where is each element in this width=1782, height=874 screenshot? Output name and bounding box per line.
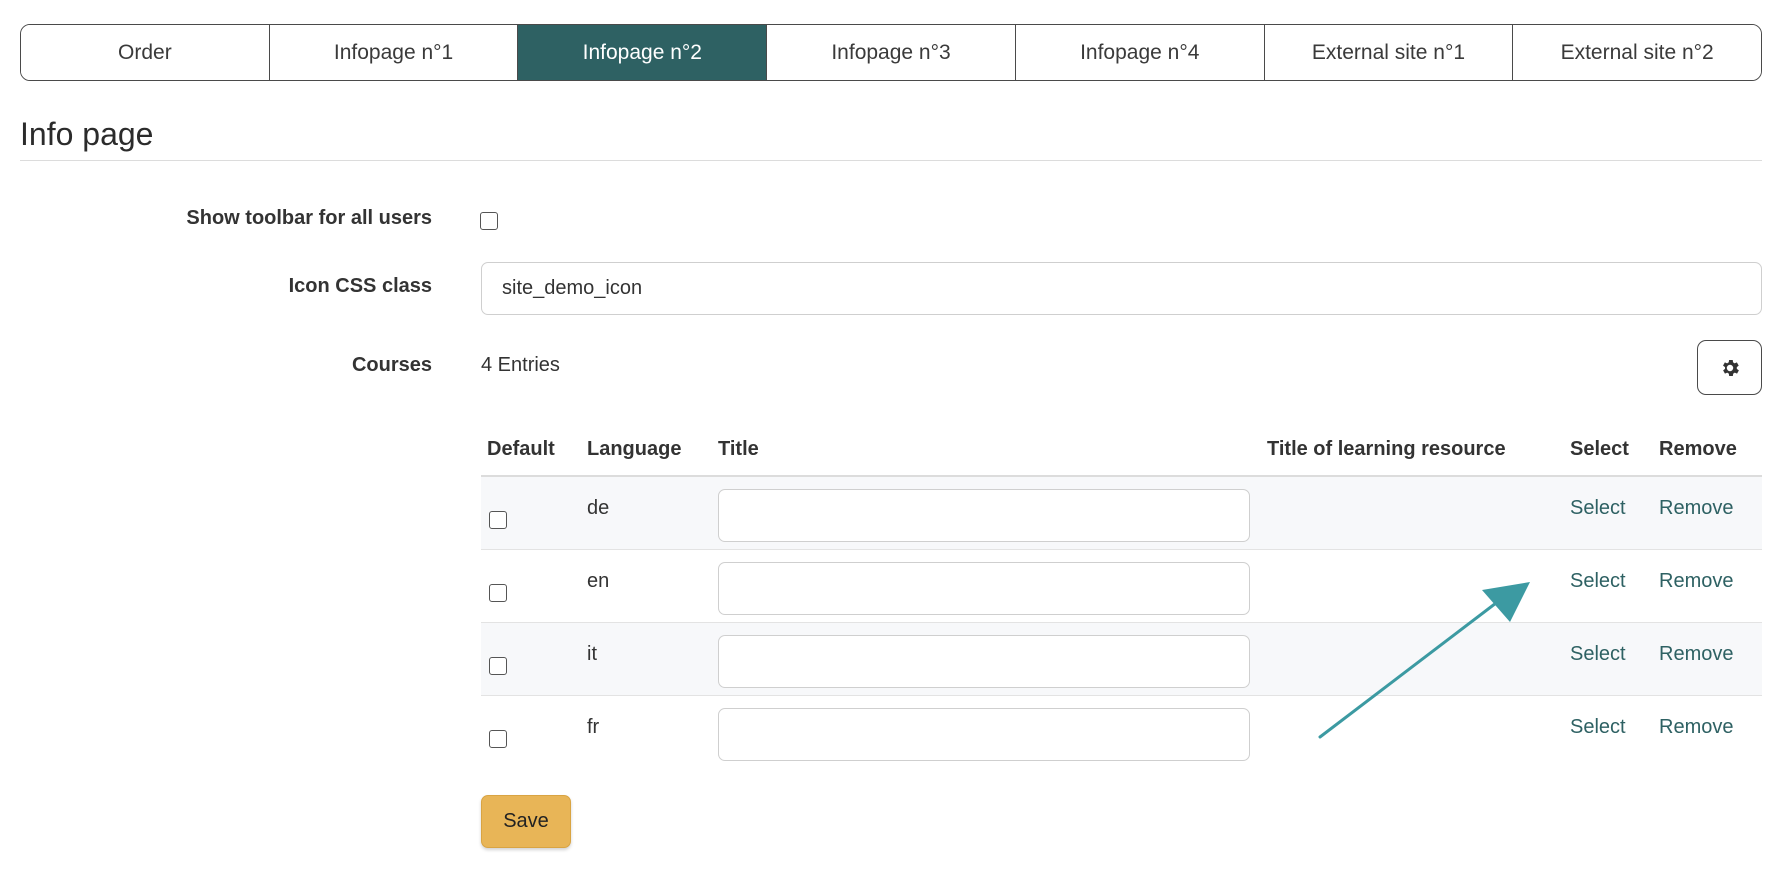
default-checkbox[interactable]	[489, 730, 507, 748]
courses-label: Courses	[351, 354, 432, 376]
tab-order[interactable]: Order	[21, 25, 270, 80]
tab-external-site-1[interactable]: External site n°1	[1264, 25, 1514, 80]
tab-external-site-2[interactable]: External site n°2	[1513, 25, 1761, 80]
table-header: Default Language Title Title of learning…	[481, 430, 1762, 477]
icon-css-label: Icon CSS class	[288, 275, 432, 297]
row-language: it	[587, 643, 597, 665]
row-title-input[interactable]	[718, 708, 1250, 761]
default-checkbox[interactable]	[489, 657, 507, 675]
table-row: it Select Remove	[481, 623, 1762, 696]
page-title: Info page	[20, 116, 154, 152]
tab-infopage-3[interactable]: Infopage n°3	[767, 25, 1016, 80]
row-remove-link[interactable]: Remove	[1659, 570, 1733, 593]
row-title-input[interactable]	[718, 635, 1250, 688]
tab-infopage-4[interactable]: Infopage n°4	[1015, 25, 1265, 80]
show-toolbar-label: Show toolbar for all users	[186, 207, 432, 229]
row-title-input[interactable]	[718, 562, 1250, 615]
row-select-link[interactable]: Select	[1570, 716, 1626, 739]
row-select-link[interactable]: Select	[1570, 643, 1626, 666]
header-title: Title	[718, 438, 759, 460]
row-language: en	[587, 570, 610, 592]
row-language: fr	[587, 716, 600, 738]
save-button[interactable]: Save	[481, 795, 571, 848]
table-row: fr Select Remove	[481, 696, 1762, 769]
header-title-learning-resource: Title of learning resource	[1267, 438, 1506, 460]
header-language: Language	[587, 438, 682, 460]
tab-infopage-2[interactable]: Infopage n°2	[518, 25, 768, 80]
title-divider	[20, 160, 1762, 161]
row-select-link[interactable]: Select	[1570, 497, 1626, 520]
show-toolbar-checkbox[interactable]	[480, 212, 498, 230]
header-remove: Remove	[1659, 438, 1737, 460]
row-remove-link[interactable]: Remove	[1659, 643, 1733, 666]
tab-infopage-1[interactable]: Infopage n°1	[269, 25, 519, 80]
row-remove-link[interactable]: Remove	[1659, 497, 1733, 520]
icon-css-input[interactable]	[481, 262, 1762, 315]
header-default: Default	[487, 438, 555, 460]
courses-entries-count: 4 Entries	[481, 354, 560, 376]
courses-table: Default Language Title Title of learning…	[481, 430, 1762, 769]
gear-icon	[1722, 359, 1739, 376]
row-title-input[interactable]	[718, 489, 1250, 542]
row-language: de	[587, 497, 610, 519]
row-select-link[interactable]: Select	[1570, 570, 1626, 593]
header-select: Select	[1570, 438, 1629, 460]
table-row: de Select Remove	[481, 477, 1762, 550]
tab-bar: Order Infopage n°1 Infopage n°2 Infopage…	[20, 24, 1762, 81]
default-checkbox[interactable]	[489, 584, 507, 602]
default-checkbox[interactable]	[489, 511, 507, 529]
table-row: en Select Remove	[481, 550, 1762, 623]
table-settings-button[interactable]	[1697, 340, 1762, 395]
row-remove-link[interactable]: Remove	[1659, 716, 1733, 739]
